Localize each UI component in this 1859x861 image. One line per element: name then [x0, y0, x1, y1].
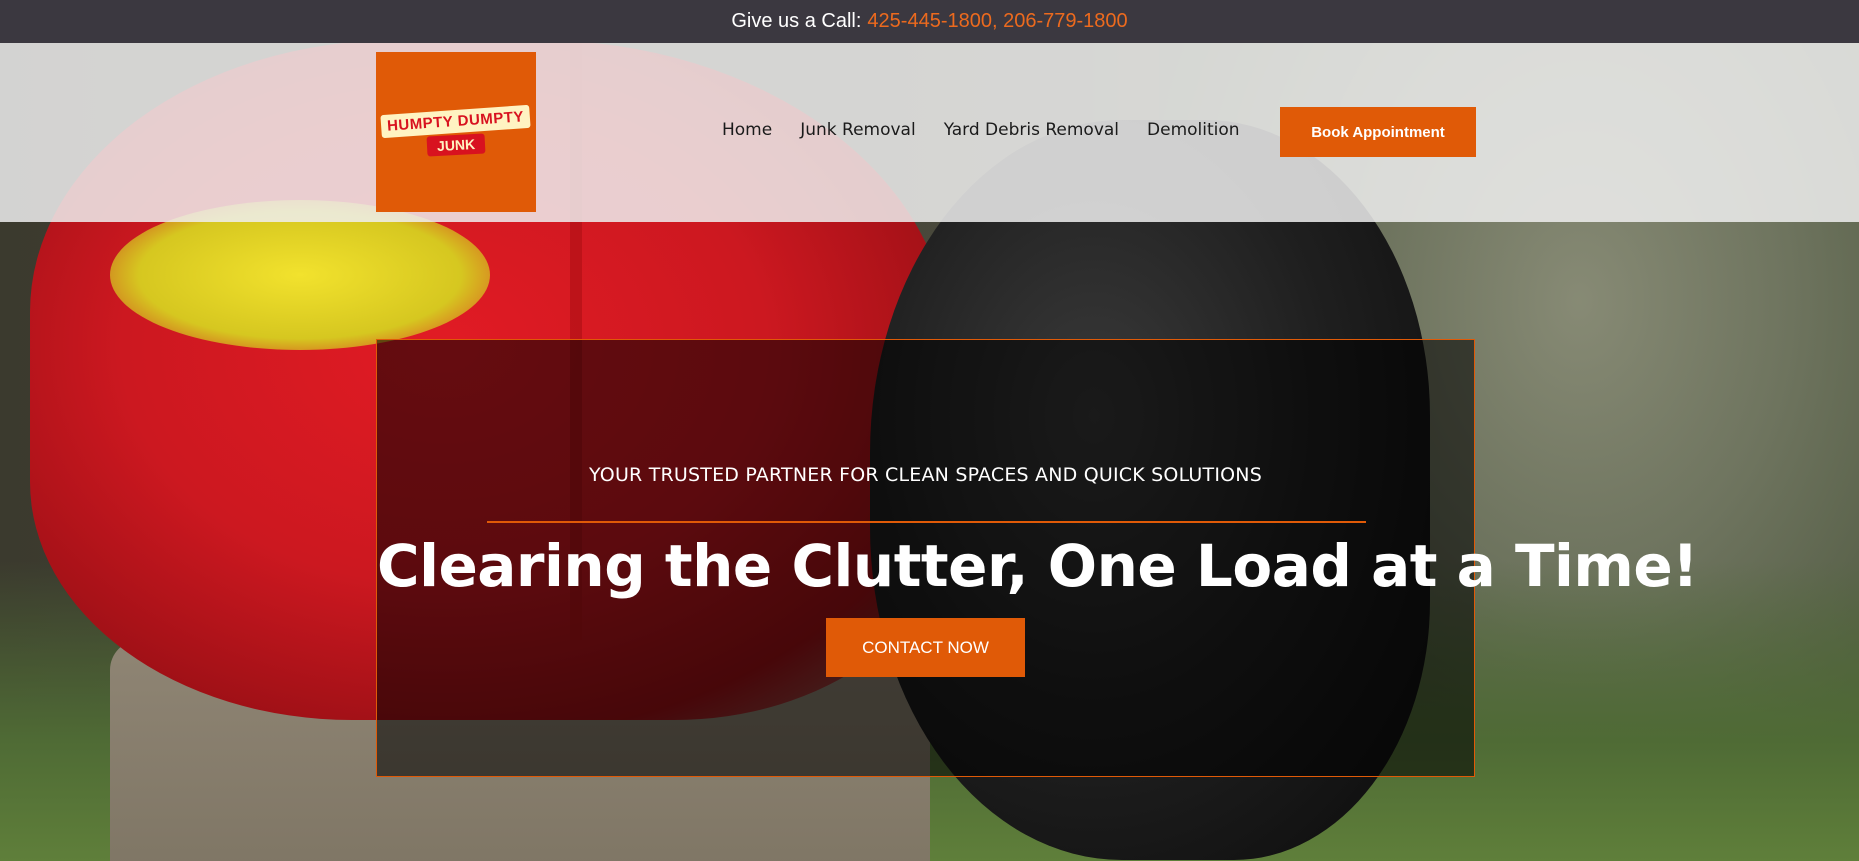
nav-item-demolition[interactable]: Demolition: [1147, 120, 1240, 140]
logo-text-line1: HUMPTY DUMPTY: [380, 104, 532, 138]
hero-headline: Clearing the Clutter, One Load at a Time…: [377, 532, 1699, 600]
logo[interactable]: HUMPTY DUMPTY JUNK: [376, 52, 536, 212]
nav-item-home[interactable]: Home: [722, 120, 772, 140]
hero-divider: [487, 521, 1366, 523]
hero-box: YOUR TRUSTED PARTNER FOR CLEAN SPACES AN…: [376, 339, 1699, 777]
contact-now-button[interactable]: CONTACT NOW: [826, 618, 1025, 677]
site-header: HUMPTY DUMPTY JUNK Home Junk Removal Yar…: [0, 43, 1859, 222]
logo-text-line2: JUNK: [426, 132, 486, 157]
call-label: Give us a Call:: [731, 10, 862, 32]
nav-item-yard-debris-removal[interactable]: Yard Debris Removal: [944, 120, 1119, 140]
main-nav: Home Junk Removal Yard Debris Removal De…: [722, 120, 1240, 140]
hero-tagline: YOUR TRUSTED PARTNER FOR CLEAN SPACES AN…: [589, 464, 1262, 486]
call-bar: Give us a Call: 425-445-1800, 206-779-18…: [0, 0, 1859, 43]
nav-item-junk-removal[interactable]: Junk Removal: [800, 120, 915, 140]
book-appointment-button[interactable]: Book Appointment: [1280, 107, 1476, 157]
phone-numbers-link[interactable]: 425-445-1800, 206-779-1800: [867, 10, 1127, 33]
background-glove: [110, 200, 490, 350]
